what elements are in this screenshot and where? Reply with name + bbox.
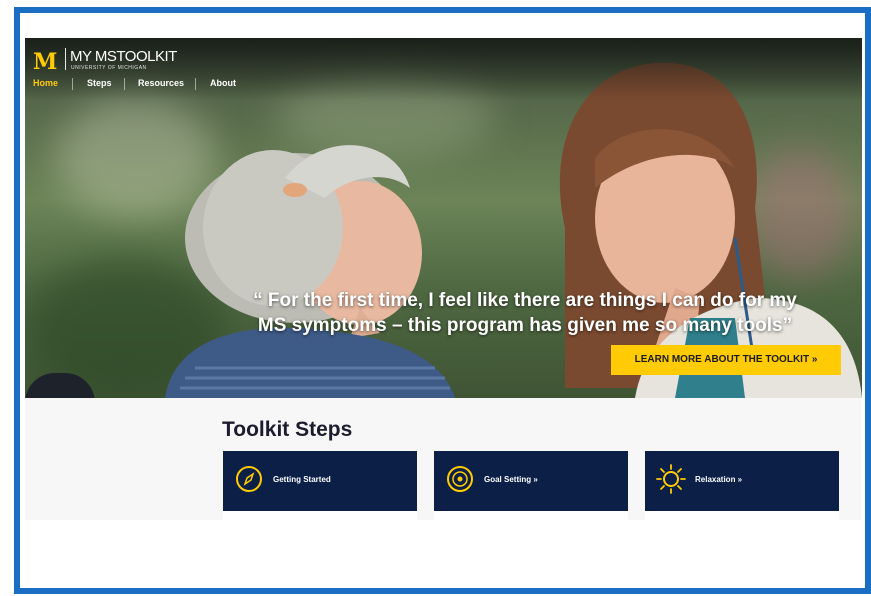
section-title: Toolkit Steps: [222, 418, 353, 441]
step-card-relaxation[interactable]: Relaxation »: [645, 451, 839, 511]
testimonial-quote: “ For the first time, I feel like there …: [205, 288, 845, 338]
nav-separator: [195, 78, 196, 90]
step-card-label: Relaxation »: [695, 475, 743, 484]
quote-line-1: “ For the first time, I feel like there …: [253, 290, 797, 311]
nav-separator: [72, 78, 73, 90]
step-card-label: Getting Started: [273, 475, 331, 484]
compass-icon: [236, 466, 262, 492]
nav-separator: [124, 78, 125, 90]
step-card-label: Goal Setting »: [484, 475, 538, 484]
step-card-getting-started[interactable]: Getting Started: [223, 451, 417, 511]
step-card-body: [223, 511, 417, 520]
sun-icon: [656, 464, 686, 494]
nav-resources[interactable]: Resources: [138, 78, 184, 88]
hero-photo-older-woman: [165, 145, 455, 398]
logo-divider: [65, 48, 66, 70]
site-header: M MY MSTOOLKIT UNIVERSITY OF MICHIGAN Ho…: [25, 38, 862, 100]
step-card-body: [434, 511, 628, 520]
step-card-goal-setting[interactable]: Goal Setting »: [434, 451, 628, 511]
learn-more-button[interactable]: LEARN MORE ABOUT THE TOOLKIT »: [611, 345, 841, 375]
browser-viewport: M MY MSTOOLKIT UNIVERSITY OF MICHIGAN Ho…: [25, 38, 862, 520]
university-logo-m[interactable]: M: [33, 49, 57, 75]
site-title[interactable]: MY MSTOOLKIT: [70, 48, 177, 65]
site-subtitle: UNIVERSITY OF MICHIGAN: [71, 65, 147, 71]
nav-home[interactable]: Home: [33, 78, 58, 88]
target-icon: [447, 466, 473, 492]
step-card-body: [645, 511, 839, 520]
hero-banner: M MY MSTOOLKIT UNIVERSITY OF MICHIGAN Ho…: [25, 38, 862, 398]
nav-steps[interactable]: Steps: [87, 78, 112, 88]
nav-about[interactable]: About: [210, 78, 236, 88]
quote-line-2: MS symptoms – this program has given me …: [257, 315, 793, 336]
